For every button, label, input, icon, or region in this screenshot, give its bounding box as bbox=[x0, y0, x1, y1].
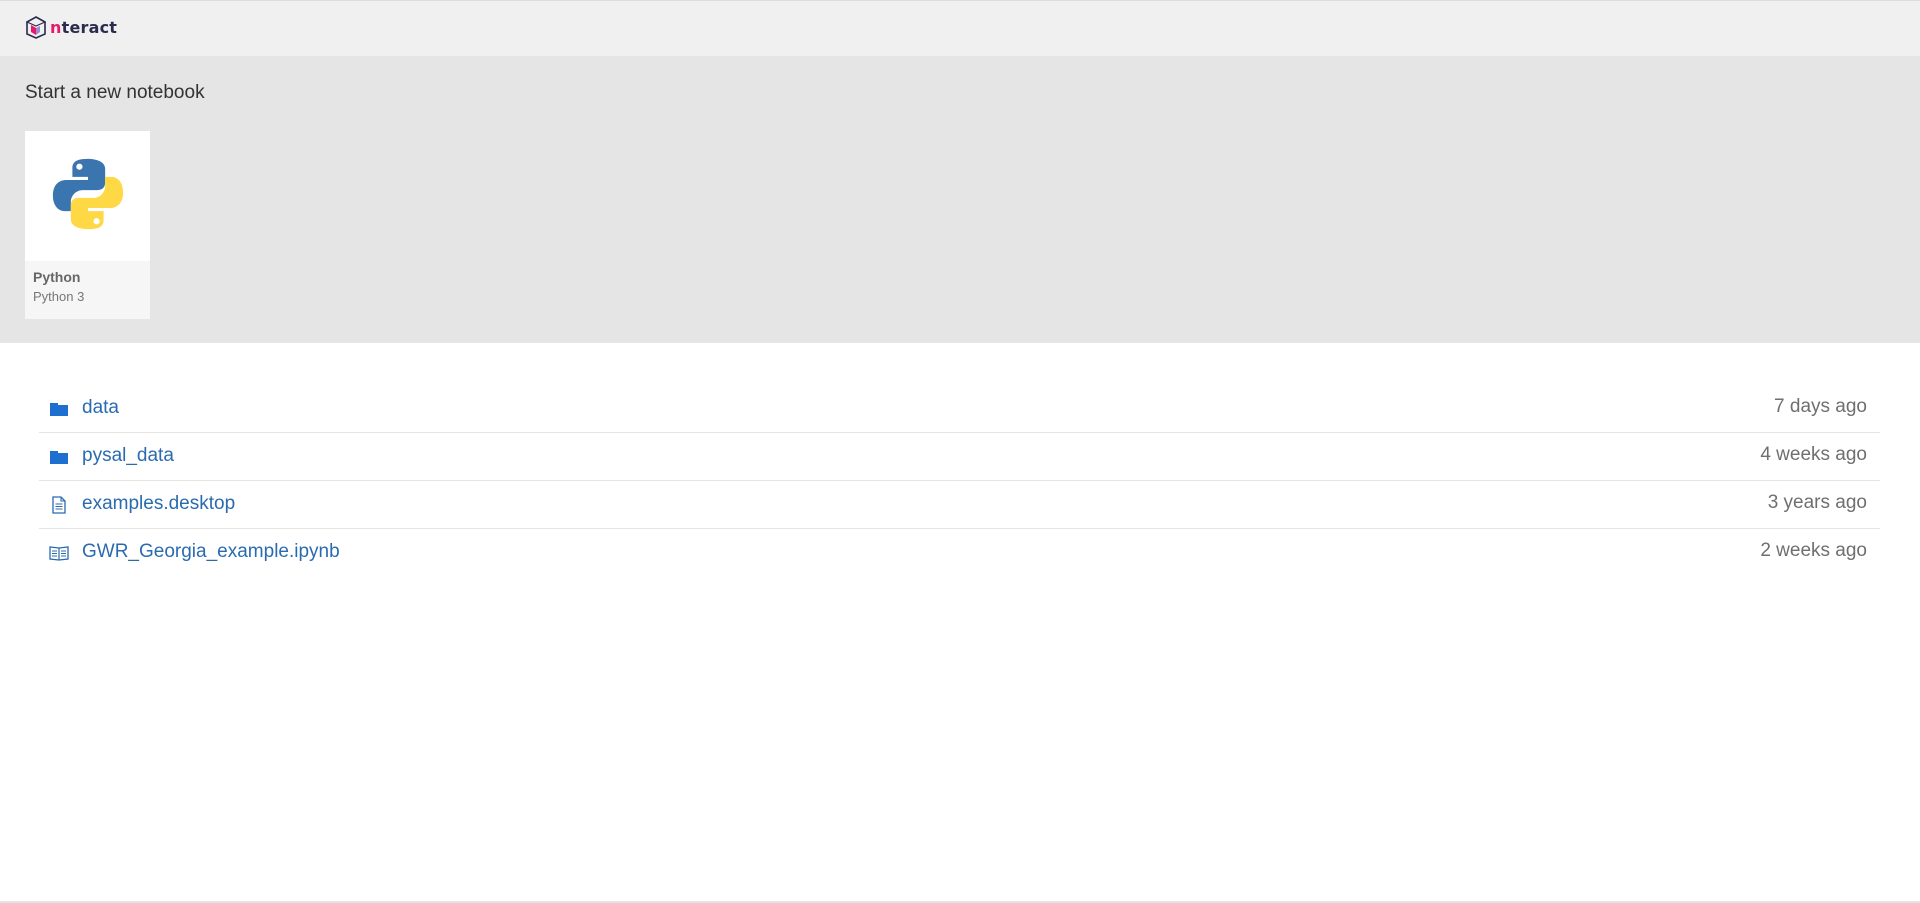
kernel-card-python[interactable]: Python Python 3 bbox=[25, 131, 150, 319]
list-item[interactable]: data 7 days ago bbox=[39, 385, 1880, 433]
file-icon bbox=[52, 496, 66, 514]
list-item-name[interactable]: pysal_data bbox=[82, 445, 174, 467]
notebook-icon bbox=[49, 546, 69, 561]
list-item-modified: 3 years ago bbox=[1767, 492, 1867, 513]
logo-text-rest: teract bbox=[61, 17, 118, 37]
folder-icon bbox=[50, 451, 68, 464]
kernel-meta: Python Python 3 bbox=[25, 261, 150, 319]
list-item[interactable]: GWR_Georgia_example.ipynb 2 weeks ago bbox=[39, 529, 1880, 577]
list-item-name[interactable]: GWR_Georgia_example.ipynb bbox=[82, 541, 340, 563]
kernel-name: Python bbox=[33, 269, 81, 285]
list-item-modified: 2 weeks ago bbox=[1760, 540, 1867, 561]
top-bar: nteract bbox=[0, 0, 1920, 56]
new-notebook-title: Start a new notebook bbox=[25, 82, 205, 103]
python-logo-icon bbox=[52, 158, 124, 230]
new-notebook-section: Start a new notebook Python Python 3 bbox=[0, 56, 1920, 343]
folder-icon bbox=[50, 403, 68, 416]
logo-text-first: n bbox=[50, 17, 62, 37]
list-item-modified: 4 weeks ago bbox=[1760, 444, 1867, 465]
file-listing: data 7 days ago pysal_data 4 weeks ago e… bbox=[39, 385, 1880, 577]
logo-text: nteract bbox=[50, 18, 117, 37]
nteract-logo[interactable]: nteract bbox=[24, 14, 117, 40]
list-item-modified: 7 days ago bbox=[1774, 396, 1867, 417]
list-item[interactable]: examples.desktop 3 years ago bbox=[39, 481, 1880, 529]
nteract-logo-icon bbox=[25, 16, 47, 39]
list-item-name[interactable]: data bbox=[82, 397, 119, 419]
list-item-name[interactable]: examples.desktop bbox=[82, 493, 235, 515]
list-item[interactable]: pysal_data 4 weeks ago bbox=[39, 433, 1880, 481]
kernel-language: Python 3 bbox=[33, 289, 85, 304]
